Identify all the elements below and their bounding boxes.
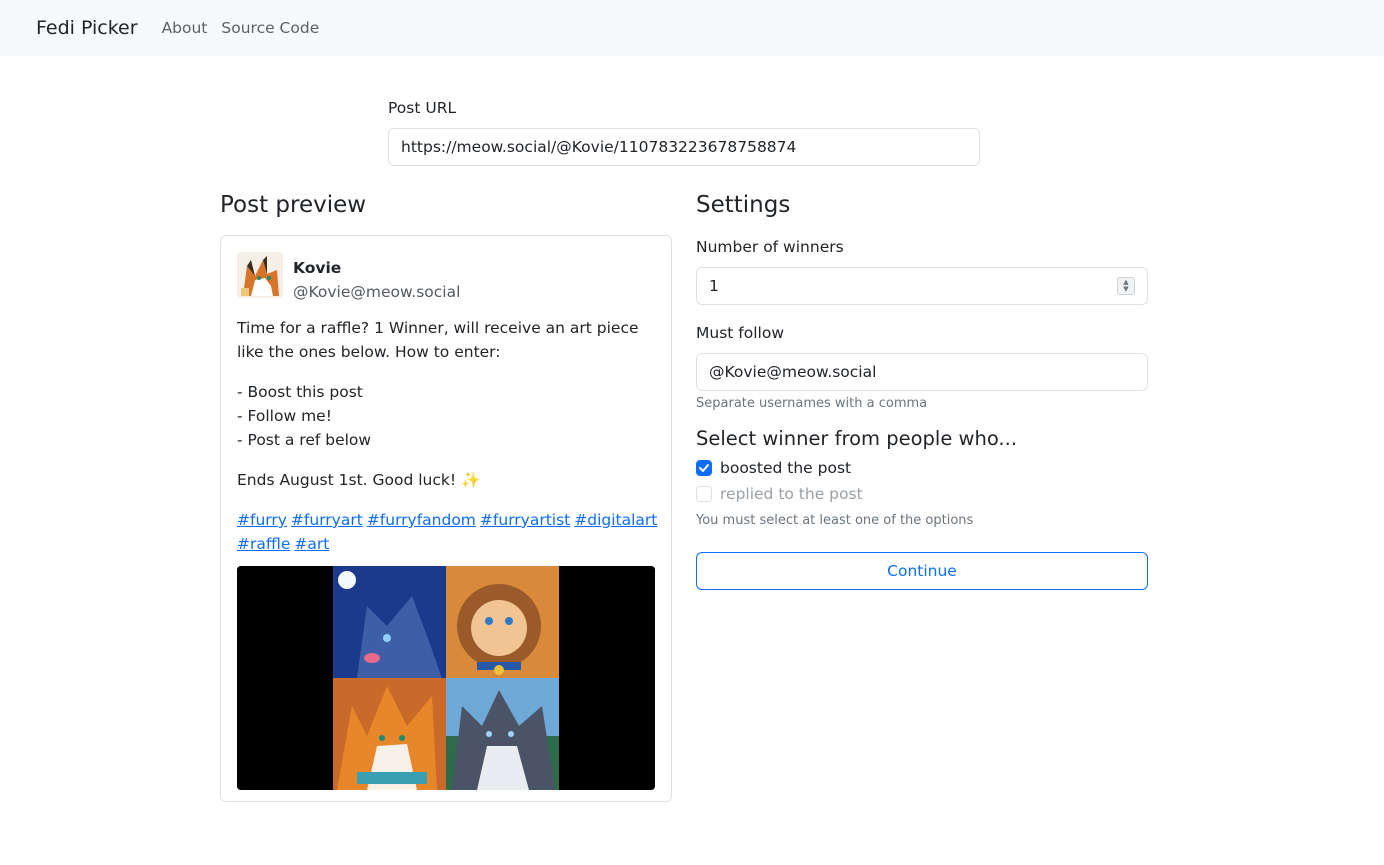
continue-button[interactable]: Continue — [696, 552, 1148, 590]
winners-value: 1 — [709, 277, 719, 295]
boosted-checkbox[interactable] — [696, 460, 712, 476]
post-url-group: Post URL https://meow.social/@Kovie/1107… — [388, 98, 980, 166]
hashtag-link[interactable]: #raffle — [237, 535, 290, 553]
post-url-label: Post URL — [388, 99, 457, 117]
winners-label: Number of winners — [696, 238, 844, 256]
post-url-value: https://meow.social/@Kovie/1107832236787… — [401, 138, 797, 156]
nav-link-source-code[interactable]: Source Code — [221, 0, 319, 56]
replied-checkbox[interactable] — [696, 486, 712, 502]
post-paragraph: Ends August 1st. Good luck! ✨ — [237, 471, 481, 489]
hashtag-link[interactable]: #furry — [237, 511, 287, 529]
brand-link[interactable]: Fedi Picker — [36, 0, 138, 56]
boosted-label[interactable]: boosted the post — [720, 459, 851, 477]
post-preview-column: Post preview Kovie @Kovie@meow.social Ti… — [220, 188, 672, 802]
hashtag-link[interactable]: #furryfandom — [367, 511, 476, 529]
replied-label[interactable]: replied to the post — [720, 485, 863, 503]
post-tags: #furry #furryart #furryfandom #furryartist #… — [237, 508, 657, 556]
checkmark-icon — [699, 464, 709, 472]
post-preview-title: Post preview — [220, 192, 367, 218]
author-handle: @Kovie@meow.social — [293, 283, 461, 301]
settings-title: Settings — [696, 192, 791, 218]
hashtag-link[interactable]: #furryartist — [480, 511, 570, 529]
options-help: You must select at least one of the opti… — [696, 513, 974, 528]
hashtag-link[interactable]: #art — [294, 535, 329, 553]
option-boosted[interactable]: boosted the post — [696, 457, 1148, 479]
list-item: - Boost this post — [237, 383, 363, 401]
navbar: Fedi Picker About Source Code — [0, 0, 1384, 56]
option-replied[interactable]: replied to the post — [696, 483, 1148, 505]
must-follow-help: Separate usernames with a comma — [696, 396, 928, 411]
post-media-image[interactable] — [237, 566, 655, 790]
must-follow-input[interactable]: @Kovie@meow.social — [696, 353, 1148, 391]
must-follow-label: Must follow — [696, 324, 784, 342]
spin-down-icon[interactable]: ▼ — [1123, 286, 1128, 293]
author-name[interactable]: Kovie — [293, 256, 460, 280]
nav-link-about[interactable]: About — [162, 0, 208, 56]
hashtag-link[interactable]: #digitalart — [574, 511, 657, 529]
post-paragraph: Time for a raffle? 1 Winner, will receiv… — [237, 319, 639, 361]
list-item: - Post a ref below — [237, 431, 372, 449]
post-card: Kovie @Kovie@meow.social Time for a raff… — [220, 235, 672, 802]
post-list: - Boost this post - Follow me! - Post a … — [237, 380, 655, 452]
number-spinner[interactable]: ▲ ▼ — [1117, 277, 1135, 295]
list-item: - Follow me! — [237, 407, 332, 425]
hashtag-link[interactable]: #furryart — [291, 511, 363, 529]
author-avatar — [237, 252, 283, 298]
settings-column: Settings Number of winners 1 ▲ ▼ Must fo… — [696, 188, 1148, 590]
must-follow-value: @Kovie@meow.social — [709, 363, 877, 381]
winners-number-input[interactable]: 1 ▲ ▼ — [696, 267, 1148, 305]
post-url-input[interactable]: https://meow.social/@Kovie/1107832236787… — [388, 128, 980, 166]
select-winner-heading: Select winner from people who... — [696, 427, 1018, 450]
post-body: Time for a raffle? 1 Winner, will receiv… — [237, 316, 655, 492]
post-author: Kovie @Kovie@meow.social — [237, 252, 655, 308]
